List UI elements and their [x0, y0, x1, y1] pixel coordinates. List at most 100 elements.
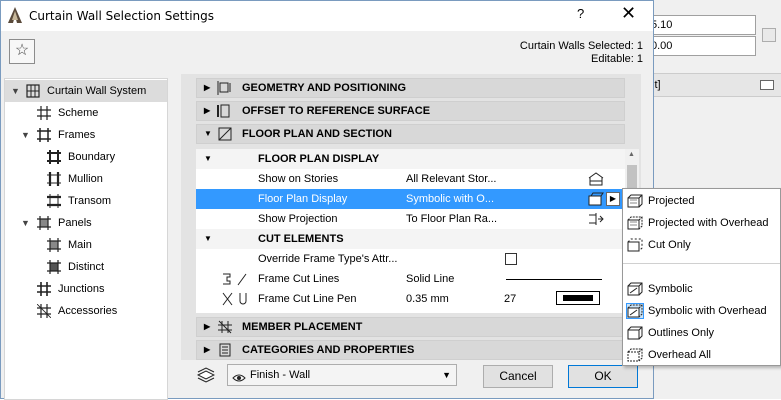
tree-item-label: Boundary — [68, 151, 116, 163]
tree-item-transom[interactable]: Transom — [5, 190, 167, 212]
tree-item-mullion[interactable]: Mullion — [5, 168, 167, 190]
row-value[interactable]: Symbolic with O... — [406, 189, 494, 209]
section-member-placement[interactable]: ▶ MEMBER PLACEMENT — [196, 317, 625, 337]
pen-swatch[interactable] — [556, 291, 600, 305]
tree-item-boundary[interactable]: Boundary — [5, 146, 167, 168]
row-show-on-stories[interactable]: Show on Stories All Relevant Stor... — [196, 169, 625, 189]
close-button[interactable]: ✕ — [621, 3, 636, 24]
row-label: Frame Cut Lines — [258, 273, 340, 285]
popup-item-label: Cut Only — [648, 239, 691, 251]
tree-item-distinct[interactable]: Distinct — [5, 256, 167, 278]
editable-count: Editable: 1 — [591, 53, 643, 65]
help-button[interactable]: ? — [577, 6, 584, 21]
popup-item-label: Overhead All — [648, 349, 711, 361]
chevron-down-icon: ▼ — [442, 370, 451, 380]
popup-item-projected[interactable]: Projected — [623, 190, 780, 212]
boundary-icon — [47, 150, 61, 164]
pen-icon — [222, 292, 247, 306]
row-value[interactable]: 0.35 mm — [406, 289, 449, 309]
scroll-up-icon[interactable]: ▲ — [628, 151, 635, 158]
settings-tree: ▼ Curtain Wall System Scheme ▼ Frames Bo… — [4, 78, 168, 400]
tree-item-label: Panels — [58, 217, 92, 229]
popup-item-cut-only[interactable]: Cut Only — [623, 234, 780, 256]
projected-icon — [627, 194, 643, 208]
tree-item-curtain-wall-system[interactable]: ▼ Curtain Wall System — [5, 80, 167, 102]
tree-item-junctions[interactable]: Junctions — [5, 278, 167, 300]
tree-item-label: Transom — [68, 195, 111, 207]
subsection-cut-elements[interactable]: ▼ CUT ELEMENTS — [196, 229, 625, 249]
cancel-button[interactable]: Cancel — [483, 365, 553, 388]
row-label: Override Frame Type's Attr... — [258, 253, 398, 265]
scheme-icon — [37, 106, 51, 120]
section-geometry[interactable]: ▶ GEOMETRY AND POSITIONING — [196, 78, 625, 98]
chevron-right-icon: ▶ — [204, 322, 211, 331]
stories-icon — [588, 172, 604, 186]
popup-item-outlines-only[interactable]: Outlines Only — [623, 322, 780, 344]
tree-item-panels[interactable]: ▼ Panels — [5, 212, 167, 234]
tree-item-label: Mullion — [68, 173, 103, 185]
line-preview — [506, 279, 602, 280]
chevron-right-icon: ▶ — [204, 345, 211, 354]
curtain-wall-system-icon — [26, 84, 40, 98]
section-categories[interactable]: ▶ CATEGORIES AND PROPERTIES — [196, 340, 625, 360]
background-toolbar: it] — [640, 73, 781, 97]
row-value[interactable]: All Relevant Stor... — [406, 169, 497, 189]
subsection-floor-plan-display[interactable]: ▼ FLOOR PLAN DISPLAY — [196, 149, 625, 169]
popup-item-projected-with-overhead[interactable]: Projected with Overhead — [623, 212, 780, 234]
popup-separator — [623, 263, 780, 264]
background-chevron-button[interactable] — [762, 28, 776, 42]
popup-item-symbolic[interactable]: Symbolic — [623, 278, 780, 300]
projection-icon — [589, 213, 604, 225]
section-floor-plan[interactable]: ▼ FLOOR PLAN AND SECTION — [196, 124, 625, 144]
popup-item-symbolic-with-overhead[interactable]: Symbolic with Overhead — [623, 300, 780, 322]
row-frame-cut-lines[interactable]: Frame Cut Lines Solid Line — [196, 269, 625, 289]
symbolic-overhead-icon — [588, 192, 604, 206]
tree-item-label: Scheme — [58, 107, 99, 119]
curtain-wall-settings-dialog: Curtain Wall Selection Settings ? ✕ ☆ Cu… — [0, 0, 654, 400]
row-label: Show on Stories — [258, 173, 339, 185]
section-offset[interactable]: ▶ OFFSET TO REFERENCE SURFACE — [196, 101, 625, 121]
row-value[interactable]: To Floor Plan Ra... — [406, 209, 497, 229]
section-label: CATEGORIES AND PROPERTIES — [242, 344, 415, 356]
frames-icon — [37, 128, 51, 142]
background-panel-icon[interactable] — [760, 80, 774, 90]
popup-item-label: Symbolic — [648, 283, 693, 295]
tree-item-accessories[interactable]: Accessories — [5, 300, 167, 322]
tree-item-frames[interactable]: ▼ Frames — [5, 124, 167, 146]
popup-item-overhead-all[interactable]: Overhead All — [623, 344, 780, 366]
selection-info: Curtain Walls Selected: 1 Editable: 1 — [520, 40, 643, 66]
tree-item-main[interactable]: Main — [5, 234, 167, 256]
ok-button[interactable]: OK — [568, 365, 638, 388]
row-value[interactable]: Solid Line — [406, 269, 454, 289]
layer-select[interactable]: Finish - Wall ▼ — [227, 364, 457, 386]
row-override-frame[interactable]: Override Frame Type's Attr... — [196, 249, 625, 269]
chevron-down-icon[interactable]: ▼ — [11, 80, 21, 102]
tree-item-scheme[interactable]: Scheme — [5, 102, 167, 124]
chevron-down-icon: ▼ — [204, 234, 212, 243]
row-floor-plan-display[interactable]: Floor Plan Display Symbolic with O... ▶ — [196, 189, 625, 209]
pen-number[interactable]: 27 — [504, 289, 516, 309]
chevron-down-icon[interactable]: ▼ — [21, 124, 31, 146]
row-show-projection[interactable]: Show Projection To Floor Plan Ra... — [196, 209, 625, 229]
dropdown-arrow-button[interactable]: ▶ — [606, 192, 620, 206]
popup-item-label: Projected with Overhead — [648, 217, 769, 229]
chevron-down-icon: ▼ — [204, 129, 212, 138]
row-frame-cut-line-pen[interactable]: Frame Cut Line Pen 0.35 mm 27 — [196, 289, 625, 309]
chevron-down-icon[interactable]: ▼ — [21, 212, 31, 234]
eye-icon — [232, 370, 246, 382]
tree-item-label: Accessories — [58, 305, 118, 317]
background-field-1[interactable]: 5.10 — [646, 15, 756, 35]
favorites-button[interactable]: ☆ — [9, 39, 35, 64]
overhead-all-icon — [627, 348, 643, 362]
window-title: Curtain Wall Selection Settings — [29, 9, 214, 23]
symbolic-icon — [627, 282, 643, 296]
background-field-2[interactable]: 0.00 — [646, 36, 756, 56]
tree-item-label: Frames — [58, 129, 96, 141]
accessories-icon — [37, 304, 51, 318]
offset-icon — [217, 104, 230, 118]
section-label: MEMBER PLACEMENT — [242, 321, 363, 333]
distinct-panel-icon — [47, 260, 61, 274]
mullion-icon — [47, 172, 61, 186]
floor-plan-icon — [218, 127, 232, 141]
override-checkbox[interactable] — [505, 253, 517, 265]
